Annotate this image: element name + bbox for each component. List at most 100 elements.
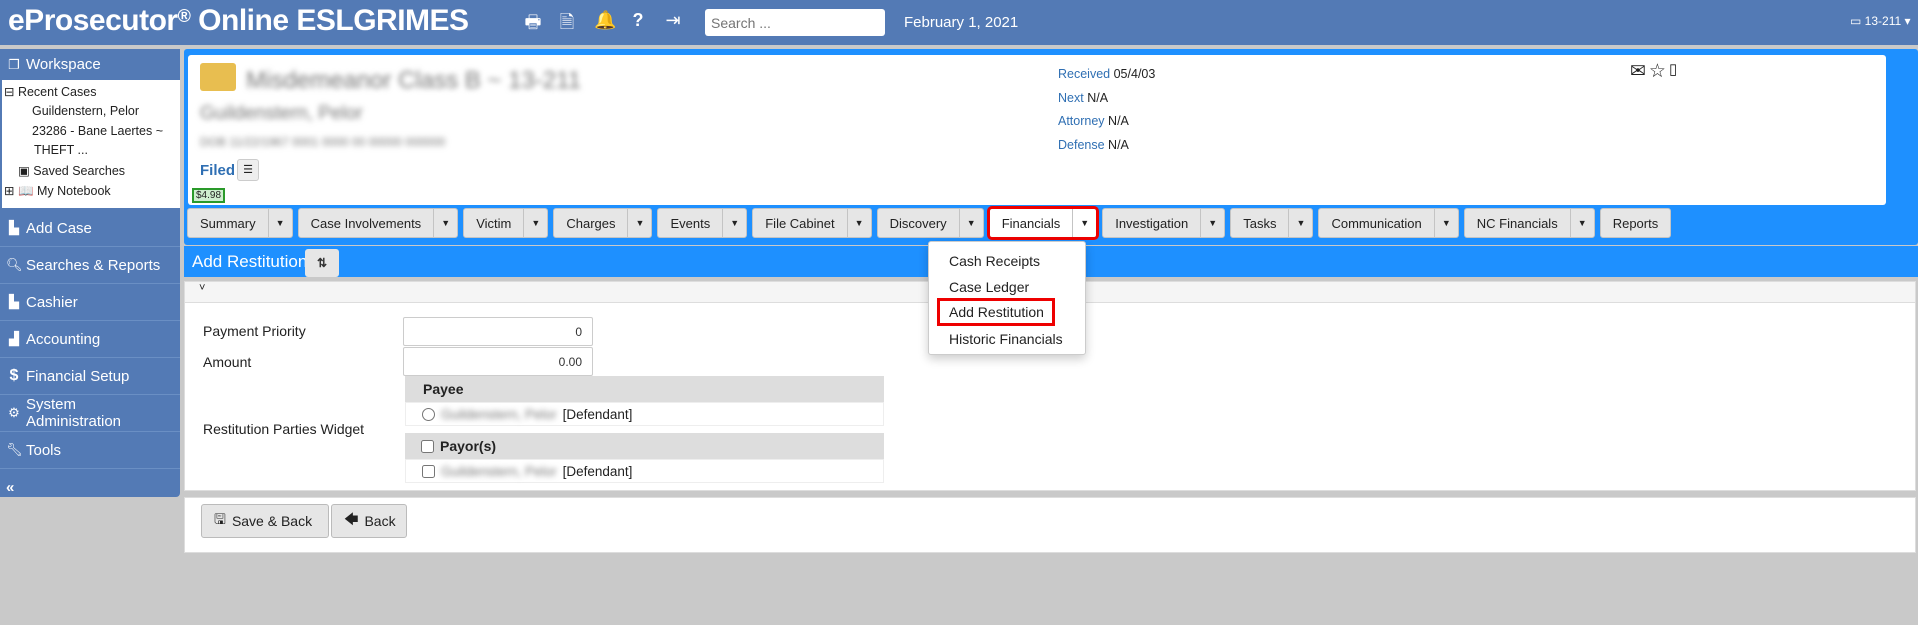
menu-item-historic-financials[interactable]: Historic Financials <box>949 331 1063 347</box>
sidebar-item-system-administration[interactable]: ⚙ System Administration <box>0 395 180 432</box>
recent-case-link[interactable]: Guildenstern, Pelor <box>32 104 139 118</box>
caret-down-icon[interactable]: ▼ <box>1569 209 1594 237</box>
document-icon[interactable]: 🗎 <box>556 10 578 34</box>
collapse-sidebar-button[interactable]: « <box>0 469 180 506</box>
tab-summary[interactable]: Summary ▼ <box>187 208 293 238</box>
payee-name-redacted: Guildenstern, Pelor <box>441 406 557 422</box>
sidebar-item-financial-setup[interactable]: $ Financial Setup <box>0 358 180 395</box>
tab-label[interactable]: Tasks <box>1231 209 1288 237</box>
menu-item-add-restitution[interactable]: Add Restitution <box>937 298 1055 326</box>
search-icon: 🔍︎ <box>6 257 23 272</box>
recent-case-link[interactable]: 23286 - Bane Laertes ~ <box>32 124 163 138</box>
restitution-parties-label: Restitution Parties Widget <box>203 421 365 437</box>
page-title: Add Restitution <box>192 252 308 271</box>
payee-role: [Defendant] <box>562 406 633 422</box>
tab-investigation[interactable]: Investigation ▼ <box>1102 208 1226 238</box>
caret-down-icon[interactable]: ▼ <box>627 209 651 237</box>
payor-name-redacted: Guildenstern, Pelor <box>441 463 557 479</box>
tab-victim[interactable]: Victim ▼ <box>463 208 549 238</box>
star-icon[interactable]: ☆ <box>1649 60 1666 83</box>
caret-down-icon[interactable]: ▼ <box>433 209 457 237</box>
case-tabs: Summary ▼ Case Involvements ▼ Victim ▼ Charges… <box>187 206 1672 240</box>
tab-charges[interactable]: Charges ▼ <box>553 208 653 238</box>
sidebar-item-searches-reports[interactable]: 🔍︎ Searches & Reports <box>0 247 180 284</box>
tab-label[interactable]: Reports <box>1601 209 1671 237</box>
sidebar-item-cashier[interactable]: ▙ Cashier <box>0 284 180 321</box>
caret-down-icon[interactable]: ▼ <box>1288 209 1312 237</box>
caret-down-icon[interactable]: ▼ <box>1200 209 1224 237</box>
tab-label[interactable]: Summary <box>188 209 268 237</box>
logout-icon[interactable]: ⇥ <box>662 10 684 34</box>
bell-icon[interactable]: 🔔 <box>594 10 616 34</box>
swap-icon[interactable]: ⇅ <box>305 249 339 277</box>
tab-label[interactable]: Communication <box>1319 209 1433 237</box>
mail-icon[interactable]: ✉ <box>1630 60 1646 83</box>
tab-label[interactable]: Events <box>658 209 722 237</box>
tab-label[interactable]: NC Financials <box>1465 209 1570 237</box>
case-fields: Received 05/4/03 Next N/A Attorney N/A D… <box>1058 63 1155 157</box>
tab-label[interactable]: File Cabinet <box>753 209 846 237</box>
tab-events[interactable]: Events ▼ <box>657 208 748 238</box>
payor-role: [Defendant] <box>562 463 633 479</box>
payor-select-all-checkbox[interactable] <box>421 439 434 453</box>
add-note-icon[interactable]: ▯ <box>1669 60 1677 83</box>
tab-tasks[interactable]: Tasks ▼ <box>1230 208 1314 238</box>
caret-down-icon[interactable]: ▼ <box>722 209 746 237</box>
payor-header: Payor(s) <box>405 433 884 459</box>
caret-down-icon[interactable]: ▼ <box>1072 209 1096 237</box>
case-description-redacted: DOB 11/22/1967 0001 0000 00 00000 000000 <box>200 135 446 149</box>
tab-discovery[interactable]: Discovery ▼ <box>876 208 984 238</box>
app-title: eProsecutor® Online ESLGRIMES <box>8 4 469 37</box>
current-date: February 1, 2021 <box>904 14 1019 31</box>
case-selector[interactable]: ▭ 13-211 ▾ <box>1850 14 1911 28</box>
tab-nc-financials[interactable]: NC Financials ▼ <box>1463 208 1595 238</box>
caret-down-icon[interactable]: ▼ <box>267 209 292 237</box>
menu-item-case-ledger[interactable]: Case Ledger <box>949 279 1029 295</box>
print-icon[interactable]: 🖶 <box>522 10 544 34</box>
received-field: Received 05/4/03 <box>1058 67 1156 81</box>
sidebar-item-accounting[interactable]: ▟ Accounting <box>0 321 180 358</box>
help-icon[interactable]: ? <box>627 10 649 34</box>
amount-label: Amount <box>203 354 252 370</box>
payee-radio[interactable] <box>422 407 435 421</box>
save-back-button[interactable]: 🖫 Save & Back <box>201 504 329 538</box>
tab-label[interactable]: Financials <box>990 209 1073 237</box>
sidebar-item-tools[interactable]: 🔧︎ Tools <box>0 432 180 469</box>
payor-checkbox[interactable] <box>422 464 435 478</box>
caret-down-icon[interactable]: ▼ <box>523 209 547 237</box>
saved-searches-node[interactable]: ▣ Saved Searches <box>18 163 125 178</box>
sidebar-item-add-case[interactable]: ▙ Add Case <box>0 210 180 247</box>
tab-financials[interactable]: Financials ▼ <box>986 206 1100 240</box>
comment-icon[interactable]: ☰ <box>237 159 259 181</box>
tab-communication[interactable]: Communication ▼ <box>1318 208 1459 238</box>
attorney-field: Attorney N/A <box>1058 114 1129 128</box>
sidebar-label: Tools <box>26 441 62 459</box>
caret-down-icon[interactable]: ▼ <box>1433 209 1458 237</box>
tab-label[interactable]: Charges <box>554 209 627 237</box>
search-input[interactable] <box>705 9 885 36</box>
case-status: Filed <box>200 162 236 179</box>
tab-file-cabinet[interactable]: File Cabinet ▼ <box>752 208 872 238</box>
sidebar-label: Financial Setup <box>26 367 130 385</box>
tab-label[interactable]: Investigation <box>1103 209 1200 237</box>
my-notebook-node[interactable]: ⊞ 📖 My Notebook <box>4 183 111 199</box>
tab-reports[interactable]: Reports <box>1599 208 1672 238</box>
caret-down-icon[interactable]: ▼ <box>958 209 983 237</box>
tab-label[interactable]: Victim <box>464 209 523 237</box>
tab-label[interactable]: Case Involvements <box>299 209 434 237</box>
recent-cases-node[interactable]: ⊟ Recent Cases <box>4 84 96 99</box>
caret-down-icon[interactable]: ▼ <box>846 209 871 237</box>
amount-input[interactable] <box>403 347 593 376</box>
tab-case-involvements[interactable]: Case Involvements ▼ <box>297 208 459 238</box>
recent-case-link-cont[interactable]: THEFT ... <box>34 143 88 157</box>
tab-label[interactable]: Discovery <box>878 209 959 237</box>
cashier-icon: ▙ <box>9 294 19 309</box>
sidebar-label: Workspace <box>26 56 101 73</box>
double-chevron-left-icon: « <box>6 479 15 496</box>
back-button[interactable]: 🡄 Back <box>331 504 407 538</box>
sidebar-workspace[interactable]: ❐ Workspace <box>0 49 180 80</box>
workspace-tree: ⊟ Recent Cases Guildenstern, Pelor 23286… <box>2 80 180 208</box>
payment-priority-input[interactable] <box>403 317 593 346</box>
payee-row: Guildenstern, Pelor [Defendant] <box>405 402 884 426</box>
menu-item-cash-receipts[interactable]: Cash Receipts <box>949 253 1040 269</box>
